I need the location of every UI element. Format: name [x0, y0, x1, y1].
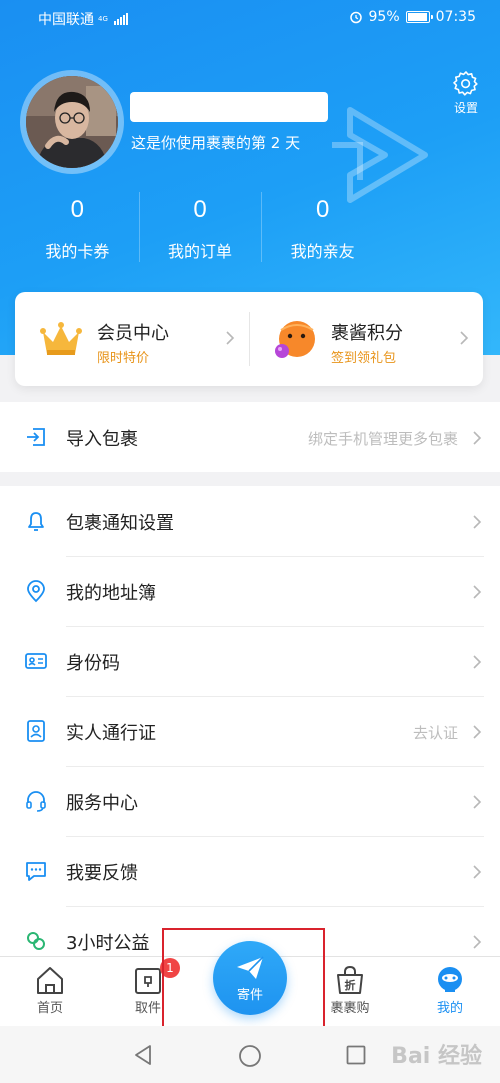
import-packages-row[interactable]: 导入包裹 绑定手机管理更多包裹: [0, 402, 500, 472]
tab-label: 取件: [134, 1001, 161, 1016]
id-card-icon: [25, 653, 47, 669]
battery-percent: 95%: [368, 9, 400, 25]
import-icon: [27, 428, 45, 446]
tab-home[interactable]: 首页: [20, 965, 80, 1016]
person-badge-icon: [27, 720, 45, 742]
shopping-bag-icon: 折: [337, 965, 363, 994]
stat-value: 0: [193, 196, 207, 223]
tab-shop[interactable]: 折 裹裹购: [320, 965, 380, 1016]
username-redacted: [130, 92, 328, 122]
system-nav-bar: Bai 经验: [0, 1026, 500, 1083]
headset-icon: [26, 791, 46, 812]
row-hint: 绑定手机管理更多包裹: [307, 430, 458, 448]
signal-icon: [113, 13, 128, 25]
row-label: 导入包裹: [66, 429, 138, 450]
chevron-right-icon: [473, 865, 482, 879]
vip-center-button[interactable]: 会员中心 限时特价: [15, 292, 249, 386]
chevron-right-icon: [473, 655, 482, 669]
menu-item-address-book[interactable]: 我的地址簿: [0, 556, 500, 626]
shop-discount-glyph: 折: [345, 978, 356, 992]
mascot-tab-icon: [438, 967, 462, 992]
location-pin-icon: [27, 580, 45, 603]
clock: 07:35: [435, 9, 476, 25]
menu-item-service-center[interactable]: 服务中心: [0, 766, 500, 836]
recents-square-icon[interactable]: [346, 1045, 366, 1065]
menu-item-id-code[interactable]: 身份码: [0, 626, 500, 696]
chevron-right-icon: [460, 331, 469, 345]
member-card: 会员中心 限时特价 裹酱积分 签到领礼包: [15, 292, 483, 386]
row-label: 我要反馈: [66, 863, 138, 884]
tab-label: 裹裹购: [330, 1001, 370, 1016]
chevron-right-icon: [473, 935, 482, 949]
points-button[interactable]: 裹酱积分 签到领礼包: [249, 292, 483, 386]
tab-label: 首页: [36, 1001, 63, 1016]
avatar[interactable]: [20, 70, 124, 174]
bell-icon: [28, 512, 44, 531]
stat-label: 我的订单: [168, 242, 233, 261]
back-icon[interactable]: [133, 1044, 153, 1066]
row-hint: 去认证: [412, 724, 458, 742]
stat-coupons[interactable]: 0 我的卡券: [16, 190, 139, 276]
chevron-right-icon: [473, 515, 482, 529]
avatar-photo: [26, 76, 118, 168]
row-label: 实人通行证: [66, 723, 156, 744]
points-subtitle: 签到领礼包: [331, 351, 397, 366]
settings-menu-list: 包裹通知设置 我的地址簿 身份码 实人通行证 去认证 服务中心 我要反馈 3小时…: [0, 486, 500, 956]
stat-label: 我的亲友: [290, 242, 355, 261]
chevron-right-icon: [473, 795, 482, 809]
alarm-icon: [349, 11, 362, 24]
battery-icon: [405, 11, 433, 23]
stat-value: 0: [70, 196, 85, 223]
charity-leaf-icon: [27, 932, 45, 950]
row-label: 身份码: [66, 653, 120, 674]
row-label: 服务中心: [66, 793, 138, 814]
vip-subtitle: 限时特价: [97, 351, 150, 366]
annotation-highlight-box: [162, 928, 325, 1040]
carrier-name: 中国联通: [38, 12, 94, 28]
gear-icon: [453, 71, 478, 96]
row-label: 包裹通知设置: [66, 513, 174, 534]
chevron-right-icon: [473, 725, 482, 739]
tab-mine[interactable]: 我的: [420, 965, 480, 1016]
stat-family[interactable]: 0 我的亲友: [261, 190, 384, 276]
settings-button[interactable]: 设置: [446, 70, 486, 116]
status-bar: 中国联通 4G 95% 07:35: [0, 0, 500, 36]
usage-days-text: 这是你使用裹裹的第 2 天: [131, 134, 301, 152]
home-circle-icon[interactable]: [238, 1044, 262, 1068]
menu-item-notification-settings[interactable]: 包裹通知设置: [0, 486, 500, 556]
stat-label: 我的卡券: [45, 242, 110, 261]
stat-value: 0: [316, 196, 330, 223]
row-label: 3小时公益: [66, 933, 150, 954]
vip-title: 会员中心: [97, 323, 169, 344]
stat-orders[interactable]: 0 我的订单: [138, 190, 262, 276]
chevron-right-icon: [473, 585, 482, 599]
watermark-logo: Bai 经验: [391, 1044, 482, 1069]
settings-label: 设置: [453, 101, 478, 115]
home-icon: [37, 967, 63, 994]
network-type: 4G: [98, 14, 108, 23]
menu-item-feedback[interactable]: 我要反馈: [0, 836, 500, 906]
row-label: 我的地址簿: [66, 583, 156, 604]
mascot-icon: [275, 321, 315, 358]
menu-item-real-name-pass[interactable]: 实人通行证 去认证: [0, 696, 500, 766]
chevron-right-icon: [473, 431, 482, 445]
tab-label: 我的: [436, 1001, 463, 1016]
chevron-right-icon: [226, 331, 235, 345]
stats-row: 0 我的卡券 0 我的订单 0 我的亲友: [16, 190, 384, 276]
chat-bubble-icon: [26, 862, 46, 881]
crown-icon: [40, 322, 82, 355]
points-title: 裹酱积分: [331, 323, 403, 344]
